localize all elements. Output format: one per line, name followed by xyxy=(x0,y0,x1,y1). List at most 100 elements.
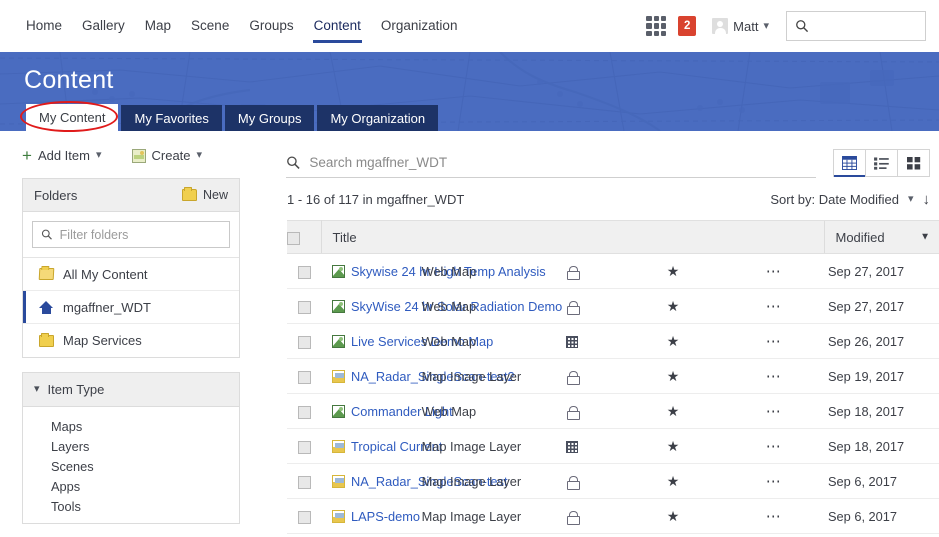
results-summary-row: 1 - 16 of 117 in mgaffner_WDT Sort by: D… xyxy=(282,178,939,207)
content-search-row xyxy=(282,131,939,178)
row-checkbox[interactable] xyxy=(298,511,311,524)
sharing-status-cell xyxy=(522,429,623,464)
lock-icon[interactable] xyxy=(567,371,578,383)
item-title-cell: Commander Light xyxy=(321,394,422,429)
row-checkbox[interactable] xyxy=(298,406,311,419)
item-type-cell: Map Image Layer xyxy=(422,429,523,464)
user-menu[interactable]: Matt ▾ xyxy=(712,18,769,34)
tab-my-organization[interactable]: My Organization xyxy=(317,105,438,131)
nav-link-home[interactable]: Home xyxy=(16,0,72,52)
item-type-option-scenes[interactable]: Scenes xyxy=(23,457,239,477)
global-search-input[interactable] xyxy=(815,19,917,33)
more-options-icon[interactable]: ⋯ xyxy=(766,478,782,486)
lock-icon[interactable] xyxy=(567,476,578,488)
star-icon[interactable]: ★ xyxy=(667,403,680,419)
item-type-header[interactable]: ▾ Item Type xyxy=(23,373,239,407)
item-type-option-tools[interactable]: Tools xyxy=(23,497,239,517)
folder-item-map-services[interactable]: Map Services xyxy=(23,324,239,357)
tab-my-groups[interactable]: My Groups xyxy=(225,105,315,131)
tab-my-content[interactable]: My Content xyxy=(26,104,118,131)
content-search-box[interactable] xyxy=(286,155,816,178)
table-row: NA_Radar_SingleScan-testMap Image Layer★… xyxy=(287,464,939,499)
organization-icon[interactable] xyxy=(566,441,578,453)
chevron-down-icon[interactable]: ▾ xyxy=(908,194,914,205)
select-all-checkbox[interactable] xyxy=(287,232,300,245)
item-type-option-layers[interactable]: Layers xyxy=(23,437,239,457)
tab-my-favorites[interactable]: My Favorites xyxy=(121,105,221,131)
global-search-box[interactable] xyxy=(786,11,926,41)
more-options-icon[interactable]: ⋯ xyxy=(766,338,782,346)
folder-item-mgaffner-wdt[interactable]: mgaffner_WDT xyxy=(23,291,239,324)
more-options-icon[interactable]: ⋯ xyxy=(766,513,782,521)
more-options-icon[interactable]: ⋯ xyxy=(766,373,782,381)
column-header-title[interactable]: Title xyxy=(321,221,824,254)
add-item-button[interactable]: + Add Item ▾ xyxy=(22,147,102,164)
nav-link-groups[interactable]: Groups xyxy=(239,0,303,52)
item-type-option-maps[interactable]: Maps xyxy=(23,417,239,437)
star-icon[interactable]: ★ xyxy=(667,368,680,384)
map-image-layer-icon xyxy=(332,475,345,488)
lock-icon[interactable] xyxy=(567,301,578,313)
lock-icon[interactable] xyxy=(567,511,578,523)
row-checkbox[interactable] xyxy=(298,441,311,454)
favorite-cell: ★ xyxy=(623,499,724,534)
new-folder-label: New xyxy=(203,188,228,202)
folder-filter-input[interactable] xyxy=(60,228,221,242)
sort-by-dropdown[interactable]: Sort by: Date Modified xyxy=(770,192,899,207)
more-options-icon[interactable]: ⋯ xyxy=(766,443,782,451)
item-type-option-apps[interactable]: Apps xyxy=(23,477,239,497)
row-checkbox[interactable] xyxy=(298,336,311,349)
folder-item-all-my-content[interactable]: All My Content xyxy=(23,258,239,291)
lock-icon[interactable] xyxy=(567,266,578,278)
table-row: Skywise 24 hr High Temp AnalysisWeb Map★… xyxy=(287,254,939,289)
page-banner: Content My ContentMy FavoritesMy GroupsM… xyxy=(0,52,939,131)
star-icon[interactable]: ★ xyxy=(667,473,680,489)
nav-link-scene[interactable]: Scene xyxy=(181,0,239,52)
lock-icon[interactable] xyxy=(567,406,578,418)
content-search-input[interactable] xyxy=(309,155,816,170)
nav-link-content[interactable]: Content xyxy=(304,0,371,52)
view-mode-list-button[interactable] xyxy=(865,149,898,177)
nav-link-organization[interactable]: Organization xyxy=(371,0,468,52)
sort-direction-descending-icon[interactable]: ↓ xyxy=(923,192,931,207)
nav-link-gallery[interactable]: Gallery xyxy=(72,0,135,52)
row-checkbox[interactable] xyxy=(298,266,311,279)
more-options-icon[interactable]: ⋯ xyxy=(766,303,782,311)
item-type-cell: Map Image Layer xyxy=(422,499,523,534)
row-select-cell xyxy=(287,464,321,499)
item-type-cell: Web Map xyxy=(422,324,523,359)
row-actions-cell: ⋯ xyxy=(723,394,824,429)
top-navigation-bar: HomeGalleryMapSceneGroupsContentOrganiza… xyxy=(0,0,939,52)
folder-filter-box[interactable] xyxy=(32,221,230,248)
more-options-icon[interactable]: ⋯ xyxy=(766,408,782,416)
item-type-cell: Map Image Layer xyxy=(422,464,523,499)
column-header-modified[interactable]: Modified ▼ xyxy=(824,221,939,254)
star-icon[interactable]: ★ xyxy=(667,263,680,279)
row-select-cell xyxy=(287,289,321,324)
chevron-down-icon: ▾ xyxy=(34,384,40,395)
favorite-cell: ★ xyxy=(623,359,724,394)
organization-icon[interactable] xyxy=(566,336,578,348)
item-title-cell: Skywise 24 hr High Temp Analysis xyxy=(321,254,422,289)
star-icon[interactable]: ★ xyxy=(667,438,680,454)
notification-badge[interactable]: 2 xyxy=(678,16,696,36)
row-checkbox[interactable] xyxy=(298,301,311,314)
table-row: Live Services Demo MapWeb Map★⋯Sep 26, 2… xyxy=(287,324,939,359)
star-icon[interactable]: ★ xyxy=(667,508,680,524)
modified-date-cell: Sep 26, 2017 xyxy=(824,324,939,359)
app-launcher-icon[interactable] xyxy=(646,16,666,36)
more-options-icon[interactable]: ⋯ xyxy=(766,268,782,276)
view-mode-grid-button[interactable] xyxy=(897,149,930,177)
nav-link-map[interactable]: Map xyxy=(135,0,181,52)
view-mode-table-button[interactable] xyxy=(833,149,866,177)
create-button[interactable]: Create ▾ xyxy=(132,148,203,163)
new-folder-button[interactable]: New xyxy=(182,188,228,202)
left-sidebar: + Add Item ▾ Create ▾ Folders New xyxy=(0,131,262,537)
row-checkbox[interactable] xyxy=(298,371,311,384)
star-icon[interactable]: ★ xyxy=(667,298,680,314)
row-select-cell xyxy=(287,429,321,464)
modified-date-cell: Sep 18, 2017 xyxy=(824,394,939,429)
item-title-link[interactable]: LAPS-demo xyxy=(351,509,420,524)
row-checkbox[interactable] xyxy=(298,476,311,489)
star-icon[interactable]: ★ xyxy=(667,333,680,349)
